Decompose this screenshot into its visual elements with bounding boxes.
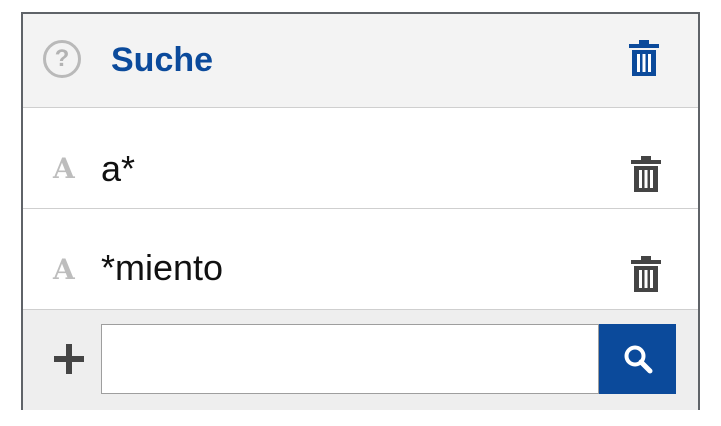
panel-title: Suche xyxy=(111,41,214,79)
delete-all-button[interactable] xyxy=(629,40,659,76)
search-term-row: A *miento xyxy=(23,209,698,310)
text-type-icon: A xyxy=(53,152,75,185)
search-header: ? Suche xyxy=(23,14,698,108)
search-term[interactable]: *miento xyxy=(101,247,223,289)
trash-icon xyxy=(631,156,661,192)
delete-term-button[interactable] xyxy=(631,256,661,292)
search-term[interactable]: a* xyxy=(101,148,135,190)
help-icon[interactable]: ? xyxy=(43,40,81,78)
search-footer xyxy=(23,310,698,410)
add-term-button[interactable] xyxy=(53,343,85,375)
trash-icon xyxy=(629,40,659,76)
search-button[interactable] xyxy=(599,324,676,394)
search-input[interactable] xyxy=(101,324,599,394)
delete-term-button[interactable] xyxy=(631,156,661,192)
text-type-icon: A xyxy=(53,253,75,286)
search-panel: ? Suche A a* A *miento xyxy=(21,12,700,410)
search-icon xyxy=(624,345,652,374)
trash-icon xyxy=(631,256,661,292)
search-term-row: A a* xyxy=(23,108,698,209)
